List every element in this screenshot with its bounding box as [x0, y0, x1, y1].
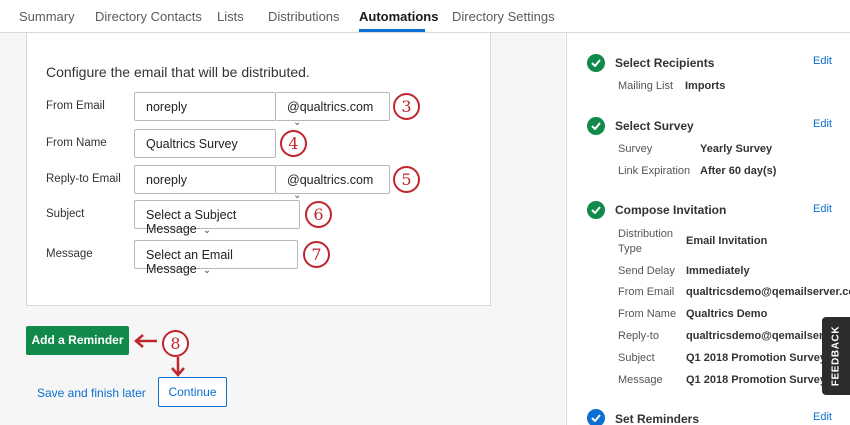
- check-circle-icon: [587, 409, 605, 425]
- check-circle-icon: [587, 117, 605, 135]
- edit-recipients-link[interactable]: Edit: [813, 55, 832, 67]
- chevron-down-icon: ⌄: [202, 225, 212, 236]
- summary-value: Yearly Survey: [700, 143, 773, 155]
- summary-label: Subject: [618, 352, 655, 364]
- step-title-select-survey: Select Survey: [615, 119, 694, 133]
- step-title-compose-invitation: Compose Invitation: [615, 203, 727, 217]
- reply-to-domain-select[interactable]: @qualtrics.com⌄: [276, 165, 390, 201]
- callout-8: 8: [162, 330, 189, 357]
- callout-5: 5: [393, 166, 420, 193]
- summary-value: Imports: [685, 80, 726, 92]
- callout-6: 6: [305, 201, 332, 228]
- callout-3: 3: [393, 93, 420, 120]
- from-email-domain-value: @qualtrics.com: [287, 100, 374, 114]
- tab-lists[interactable]: Lists: [217, 9, 244, 24]
- summary-label: Reply-to: [618, 330, 659, 342]
- tab-automations[interactable]: Automations: [359, 9, 438, 24]
- summary-value: Q1 2018 Promotion Survey: [686, 352, 826, 364]
- automation-editor: Summary Directory Contacts Lists Distrib…: [0, 0, 850, 425]
- directory-tabs: Summary Directory Contacts Lists Distrib…: [0, 0, 850, 33]
- summary-label: Survey: [618, 143, 653, 155]
- summary-value: After 60 day(s): [700, 165, 777, 177]
- chevron-down-icon: ⌄: [202, 265, 212, 276]
- edit-survey-link[interactable]: Edit: [813, 118, 832, 130]
- summary-label: Mailing List: [618, 80, 674, 92]
- check-circle-icon: [587, 201, 605, 219]
- message-select[interactable]: Select an Email Message ⌄: [134, 240, 298, 276]
- tab-directory-settings[interactable]: Directory Settings: [452, 9, 555, 24]
- tab-directory-contacts[interactable]: Directory Contacts: [95, 9, 202, 24]
- form-title: Configure the email that will be distrib…: [46, 64, 310, 80]
- summary-label: From Name: [618, 308, 677, 320]
- summary-label: Send Delay: [618, 265, 675, 277]
- from-name-input[interactable]: Qualtrics Survey: [134, 129, 276, 158]
- reply-to-domain-value: @qualtrics.com: [287, 173, 374, 187]
- summary-value: Q1 2018 Promotion Survey: [686, 374, 826, 386]
- summary-label: Distribution Type: [618, 228, 674, 255]
- from-email-domain-select[interactable]: @qualtrics.com ⌄: [276, 92, 390, 128]
- check-circle-icon: [587, 54, 605, 72]
- tab-summary[interactable]: Summary: [19, 9, 75, 24]
- summary-value: Qualtrics Demo: [686, 308, 768, 320]
- active-tab-indicator: [359, 29, 425, 32]
- summary-label: Message: [618, 374, 663, 386]
- summary-label: Link Expiration: [618, 165, 691, 177]
- callout-7: 7: [303, 241, 330, 268]
- summary-label: From Email: [618, 286, 675, 298]
- edit-invitation-link[interactable]: Edit: [813, 203, 832, 215]
- arrow-left-icon: [134, 334, 157, 348]
- arrow-down-icon: [171, 357, 185, 377]
- save-and-finish-later-link[interactable]: Save and finish later: [37, 386, 146, 400]
- callout-4: 4: [280, 130, 307, 157]
- tab-distributions[interactable]: Distributions: [268, 9, 340, 24]
- chevron-down-icon: ⌄: [293, 117, 302, 128]
- summary-value: Immediately: [686, 265, 750, 277]
- step-title-select-recipients: Select Recipients: [615, 56, 715, 70]
- feedback-label: FEEDBACK: [830, 325, 842, 387]
- reply-to-email-label: Reply-to Email: [46, 173, 121, 185]
- summary-value: Email Invitation: [686, 235, 768, 247]
- from-email-input[interactable]: noreply: [134, 92, 276, 121]
- continue-button[interactable]: Continue: [158, 377, 227, 407]
- feedback-tab[interactable]: FEEDBACK: [822, 317, 850, 395]
- from-email-label: From Email: [46, 100, 105, 112]
- from-name-label: From Name: [46, 137, 107, 149]
- subject-label: Subject: [46, 208, 85, 220]
- reply-to-email-input[interactable]: noreply: [134, 165, 276, 194]
- message-label: Message: [46, 248, 93, 260]
- edit-reminders-link[interactable]: Edit: [813, 411, 832, 423]
- step-title-set-reminders: Set Reminders: [615, 412, 700, 425]
- subject-select[interactable]: Select a Subject Message ⌄: [134, 200, 300, 236]
- summary-value: qualtricsdemo@qemailserver.com: [686, 286, 850, 298]
- add-reminder-button[interactable]: Add a Reminder: [26, 326, 129, 355]
